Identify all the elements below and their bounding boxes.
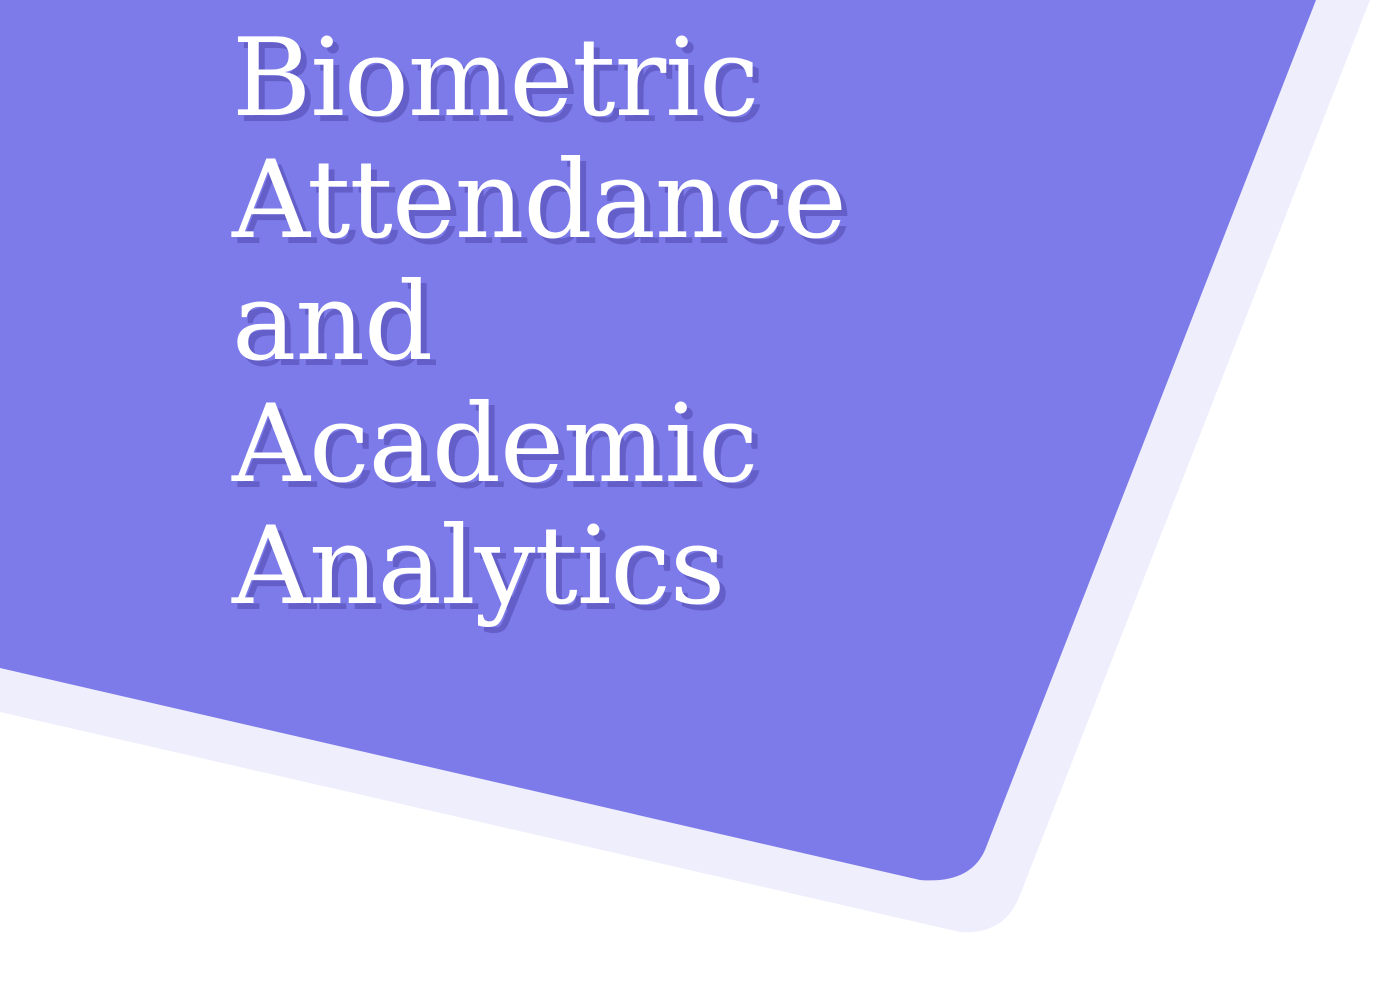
title-line-1: Biometric <box>232 16 759 141</box>
cover-title: Biometric Attendance and Academic Analyt… <box>232 16 847 629</box>
title-line-4: Academic <box>232 382 758 507</box>
title-line-3: and <box>232 260 433 385</box>
title-line-5: Analytics <box>232 504 725 629</box>
title-line-2: Attendance <box>232 138 847 263</box>
cover-stage: Biometric Attendance and Academic Analyt… <box>0 0 1386 983</box>
